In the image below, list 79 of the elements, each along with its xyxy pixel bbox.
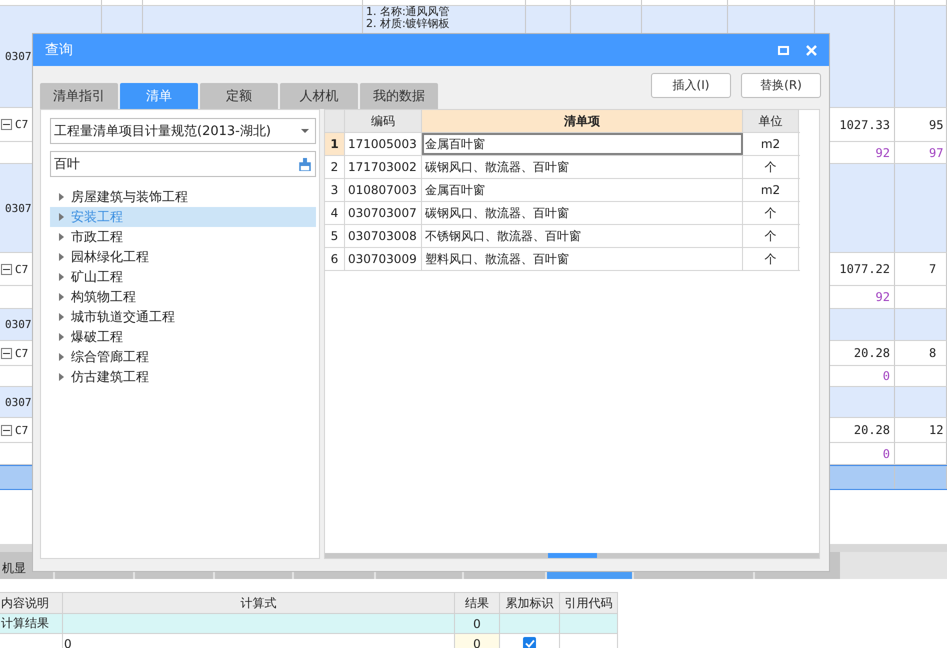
collapse-icon[interactable] [1,264,12,274]
expand-icon[interactable] [59,253,64,261]
close-icon[interactable] [803,42,819,58]
expand-icon[interactable] [59,193,64,201]
expand-icon[interactable] [59,213,64,221]
caret-icon [301,129,309,133]
amount-cell-text: 12 [928,423,944,437]
row-code: C7 [15,424,28,436]
amount-cell-text: 20.28 [854,423,891,437]
expand-icon[interactable] [59,293,64,301]
row-code: C7 [15,346,28,360]
dialog-tab[interactable]: 清单指引 [40,83,118,109]
row-code: 0307 [5,202,32,214]
tree-item[interactable]: 仿古建筑工程 [50,367,316,387]
replace-button[interactable]: 替换(R) [741,73,821,98]
row-label: 计算结果 [1,615,49,632]
brush-icon[interactable] [299,158,311,170]
column-header: 累加标识 [500,593,560,613]
amount-cell-text: 0 [882,446,891,460]
item-cell: 不锈钢风口、散流器、百叶窗 [422,225,743,247]
column-header: 内容说明 [0,593,63,613]
amount-cell-text: 7 [928,262,936,276]
column-header: 结果 [455,593,500,613]
collapse-icon[interactable] [1,424,12,436]
tree-item[interactable]: 矿山工程 [50,267,316,287]
standard-dropdown[interactable]: 工程量清单项目计量规范(2013-湖北) [50,118,316,144]
tree-item[interactable]: 爆破工程 [50,327,316,347]
description-text: 1. 名称:通风风管 [365,6,451,18]
row-code: C7 [15,262,28,276]
item-cell: 碳钢风口、散流器、百叶窗 [422,156,743,178]
expand-icon[interactable] [59,233,64,241]
item-cell: 金属百叶窗 [422,179,743,201]
description-text: 2. 材质:镀锌钢板 [365,18,451,30]
insert-button[interactable]: 插入(I) [651,73,731,98]
window-title: 查询 [45,41,74,59]
column-header: 清单项 [422,110,743,132]
formula-cell: 0 [64,636,72,648]
row-code: C7 [15,118,28,131]
expand-icon[interactable] [59,373,64,381]
amount-cell-text: 8 [928,346,936,360]
dialog-tab[interactable]: 我的数据 [360,83,438,109]
tree-item[interactable]: 市政工程 [50,227,316,247]
item-cell: 金属百叶窗 [422,133,743,155]
row-code: 0307 [5,318,32,331]
collapse-icon[interactable] [1,348,12,358]
collapse-icon[interactable] [1,119,12,130]
tree-item[interactable]: 房屋建筑与装饰工程 [50,187,316,207]
tree-item[interactable]: 园林绿化工程 [50,247,316,267]
amount-cell-text: 1027.33 [839,118,891,132]
amount-cell-text: 92 [876,146,891,160]
amount-cell-text: 1077.22 [839,262,891,276]
expand-icon[interactable] [59,313,64,321]
search-field[interactable]: 百叶 [50,151,316,177]
expand-icon[interactable] [59,333,64,341]
tree-item[interactable]: 城市轨道交通工程 [50,307,316,327]
amount-cell-text: 95 [928,118,944,132]
column-header: 计算式 [63,593,455,613]
item-cell: 碳钢风口、散流器、百叶窗 [422,202,743,224]
row-number: 1 [325,133,345,155]
tree-item[interactable]: 综合管廊工程 [50,347,316,367]
column-header: 编码 [345,110,422,132]
expand-icon[interactable] [59,273,64,281]
column-header: 引用代码 [560,593,618,613]
result-cell: 0 [473,636,481,648]
amount-cell-text: 0 [882,369,891,383]
column-header: 单位 [743,110,799,132]
amount-cell-text: 92 [876,290,891,304]
search-input[interactable]: 百叶 [54,156,299,172]
scroll-handle[interactable] [548,553,596,558]
result-cell: 0 [473,616,481,630]
row-code: 0307 [5,396,32,408]
tree-item[interactable]: 构筑物工程 [50,287,316,307]
dialog-tab[interactable]: 定额 [200,83,278,109]
dialog-tab[interactable]: 人材机 [280,83,358,109]
expand-icon[interactable] [59,353,64,361]
checkbox[interactable] [523,637,536,648]
amount-cell-text: 97 [928,146,944,160]
row-code: 0307 [5,50,32,63]
amount-cell-text: 20.28 [854,346,891,360]
